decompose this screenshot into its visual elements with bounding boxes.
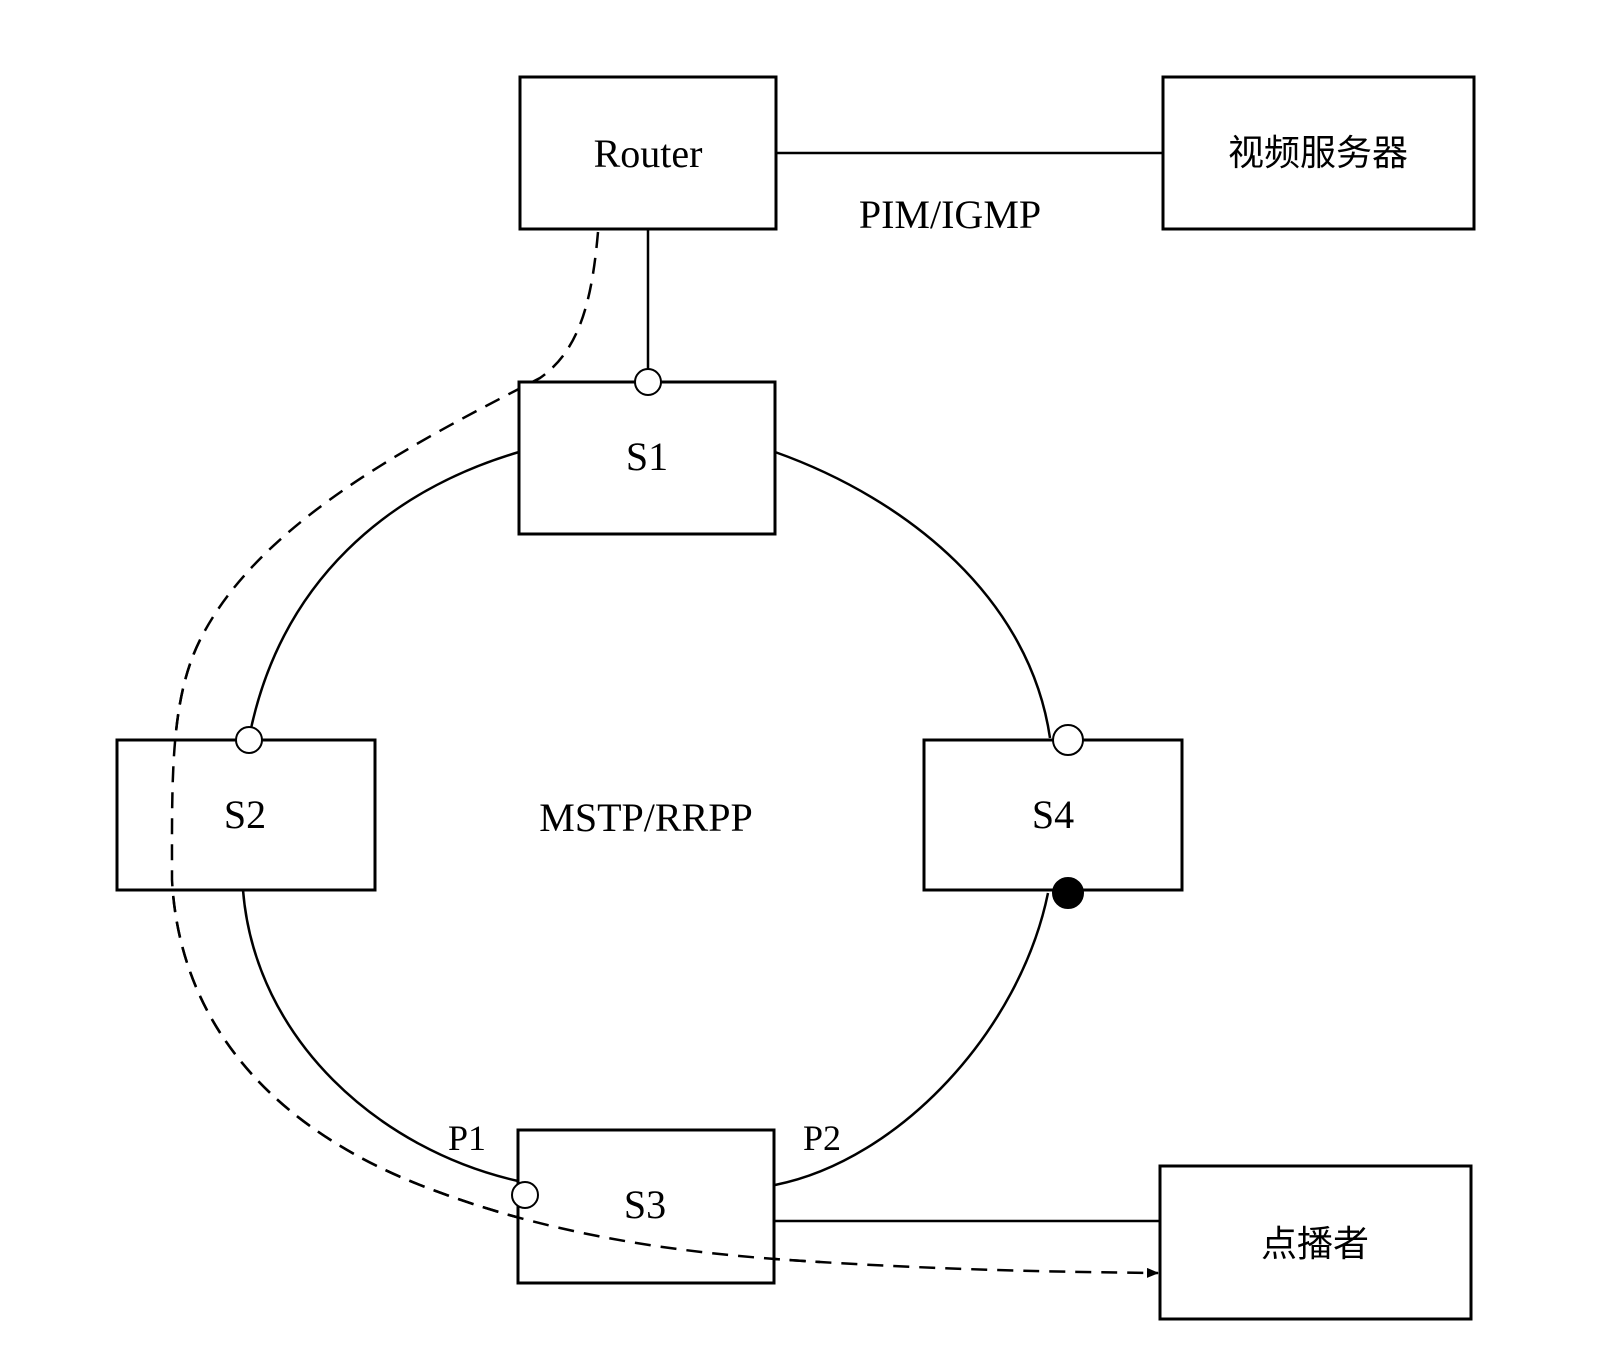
s4-port-blocked-icon [1052, 877, 1084, 909]
s1-label: S1 [626, 434, 668, 479]
link-s1-s4 [774, 450, 1052, 739]
router-label: Router [594, 131, 703, 176]
network-diagram: Router 视频服务器 PIM/IGMP S1 S2 S4 MSTP/RRPP… [115, 75, 1476, 1321]
mstp-rrpp-label: MSTP/RRPP [539, 795, 752, 840]
s2-port-open-icon [235, 726, 263, 754]
port-p1-label: P1 [448, 1118, 486, 1158]
pim-igmp-label: PIM/IGMP [859, 192, 1041, 237]
s1-port-open-icon [634, 368, 662, 396]
s2-label: S2 [224, 792, 266, 837]
link-s1-s2 [247, 450, 520, 739]
s3-port-p1-open-icon [511, 1181, 539, 1209]
port-p2-label: P2 [803, 1118, 841, 1158]
video-server-label: 视频服务器 [1228, 133, 1408, 174]
viewer-label: 点播者 [1261, 1224, 1369, 1265]
s3-label: S3 [624, 1182, 666, 1227]
s4-label: S4 [1032, 792, 1074, 837]
s4-port-open-icon [1052, 724, 1084, 756]
